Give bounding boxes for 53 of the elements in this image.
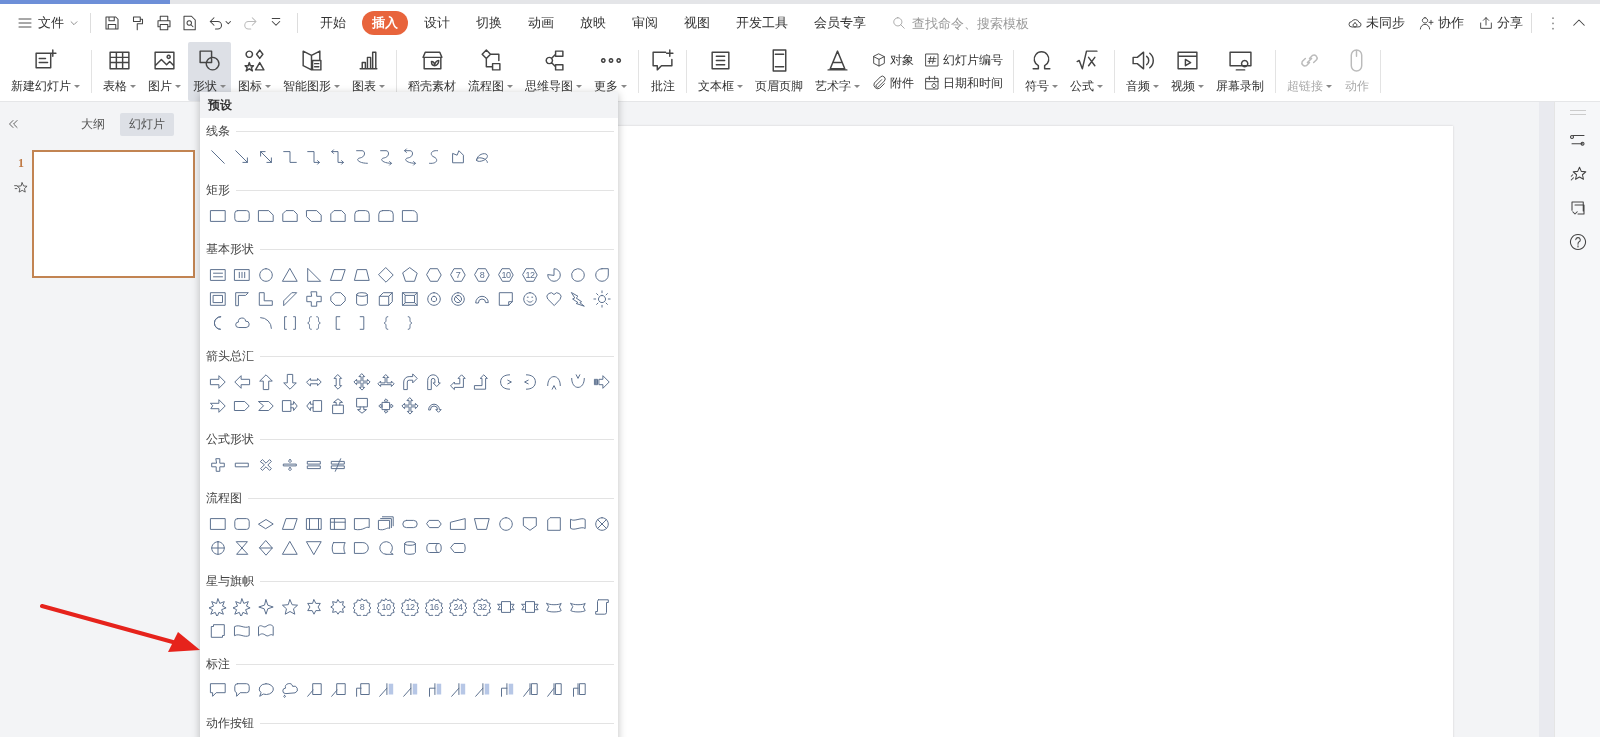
numbered-seal-icon[interactable]: 10: [377, 598, 395, 616]
comment-button[interactable]: 批注: [645, 42, 680, 101]
menu-tab[interactable]: 切换: [466, 11, 512, 35]
section-title: 标注: [206, 656, 230, 673]
section-title: 矩形: [206, 182, 230, 199]
screen-record-button[interactable]: 屏幕录制: [1211, 42, 1269, 101]
section-title: 动作按钮: [206, 715, 254, 732]
audio-button[interactable]: 音频: [1121, 42, 1164, 101]
numbered-seal-icon[interactable]: 24: [449, 598, 467, 616]
menu-tab[interactable]: 视图: [674, 11, 720, 35]
menu-tab[interactable]: 动画: [518, 11, 564, 35]
menu-tab[interactable]: 开发工具: [726, 11, 798, 35]
numbered-seal-icon[interactable]: 12: [401, 598, 419, 616]
video-button[interactable]: 视频: [1166, 42, 1209, 101]
menu-tab[interactable]: 会员专享: [804, 11, 876, 35]
panel-tab[interactable]: 幻灯片: [120, 112, 174, 136]
object-button[interactable]: 对象: [871, 51, 914, 69]
header-footer-button[interactable]: 页眉页脚: [750, 42, 808, 101]
section-title: 线条: [206, 123, 230, 140]
date-time-button[interactable]: 日期和时间: [924, 74, 1003, 92]
formula-button[interactable]: 公式: [1065, 42, 1108, 101]
wordart-button[interactable]: 艺术字: [810, 42, 865, 101]
menu-tab[interactable]: 设计: [414, 11, 460, 35]
numbered-polygon-icon[interactable]: 8: [473, 266, 491, 284]
picture-button[interactable]: 图片: [143, 42, 186, 101]
menu-tab[interactable]: 审阅: [622, 11, 668, 35]
search-field[interactable]: 查找命令、搜索模板: [892, 14, 1072, 32]
slide-number: 1: [18, 156, 25, 171]
file-menu[interactable]: 文件: [14, 10, 82, 36]
sync-button[interactable]: 未同步: [1347, 14, 1405, 32]
numbered-seal-icon[interactable]: 8: [353, 598, 371, 616]
numbered-polygon-icon[interactable]: 7: [449, 266, 467, 284]
section-title: 箭头总汇: [206, 348, 254, 365]
section-title: 公式形状: [206, 431, 254, 448]
new-slide-button[interactable]: 新建幻灯片: [6, 42, 85, 101]
textbox-button[interactable]: 文本框: [693, 42, 748, 101]
symbol-button[interactable]: 符号: [1020, 42, 1063, 101]
share-button[interactable]: 分享: [1478, 14, 1523, 32]
menu-header: 预设: [200, 92, 618, 118]
section-title: 流程图: [206, 490, 242, 507]
table-button[interactable]: 表格: [98, 42, 141, 101]
panel-tab[interactable]: 大纲: [72, 112, 114, 136]
numbered-polygon-icon[interactable]: 12: [521, 266, 539, 284]
menu-tab[interactable]: 放映: [570, 11, 616, 35]
numbered-seal-icon[interactable]: 16: [425, 598, 443, 616]
menu-tab[interactable]: 开始: [310, 11, 356, 35]
numbered-seal-icon[interactable]: 32: [473, 598, 491, 616]
section-title: 基本形状: [206, 241, 254, 258]
collaborate-button[interactable]: 协作: [1419, 14, 1464, 32]
attachment-button[interactable]: 附件: [871, 74, 914, 92]
numbered-polygon-icon[interactable]: 10: [497, 266, 515, 284]
section-title: 星与旗帜: [206, 573, 254, 590]
slide-number-button[interactable]: 幻灯片编号: [924, 51, 1003, 69]
